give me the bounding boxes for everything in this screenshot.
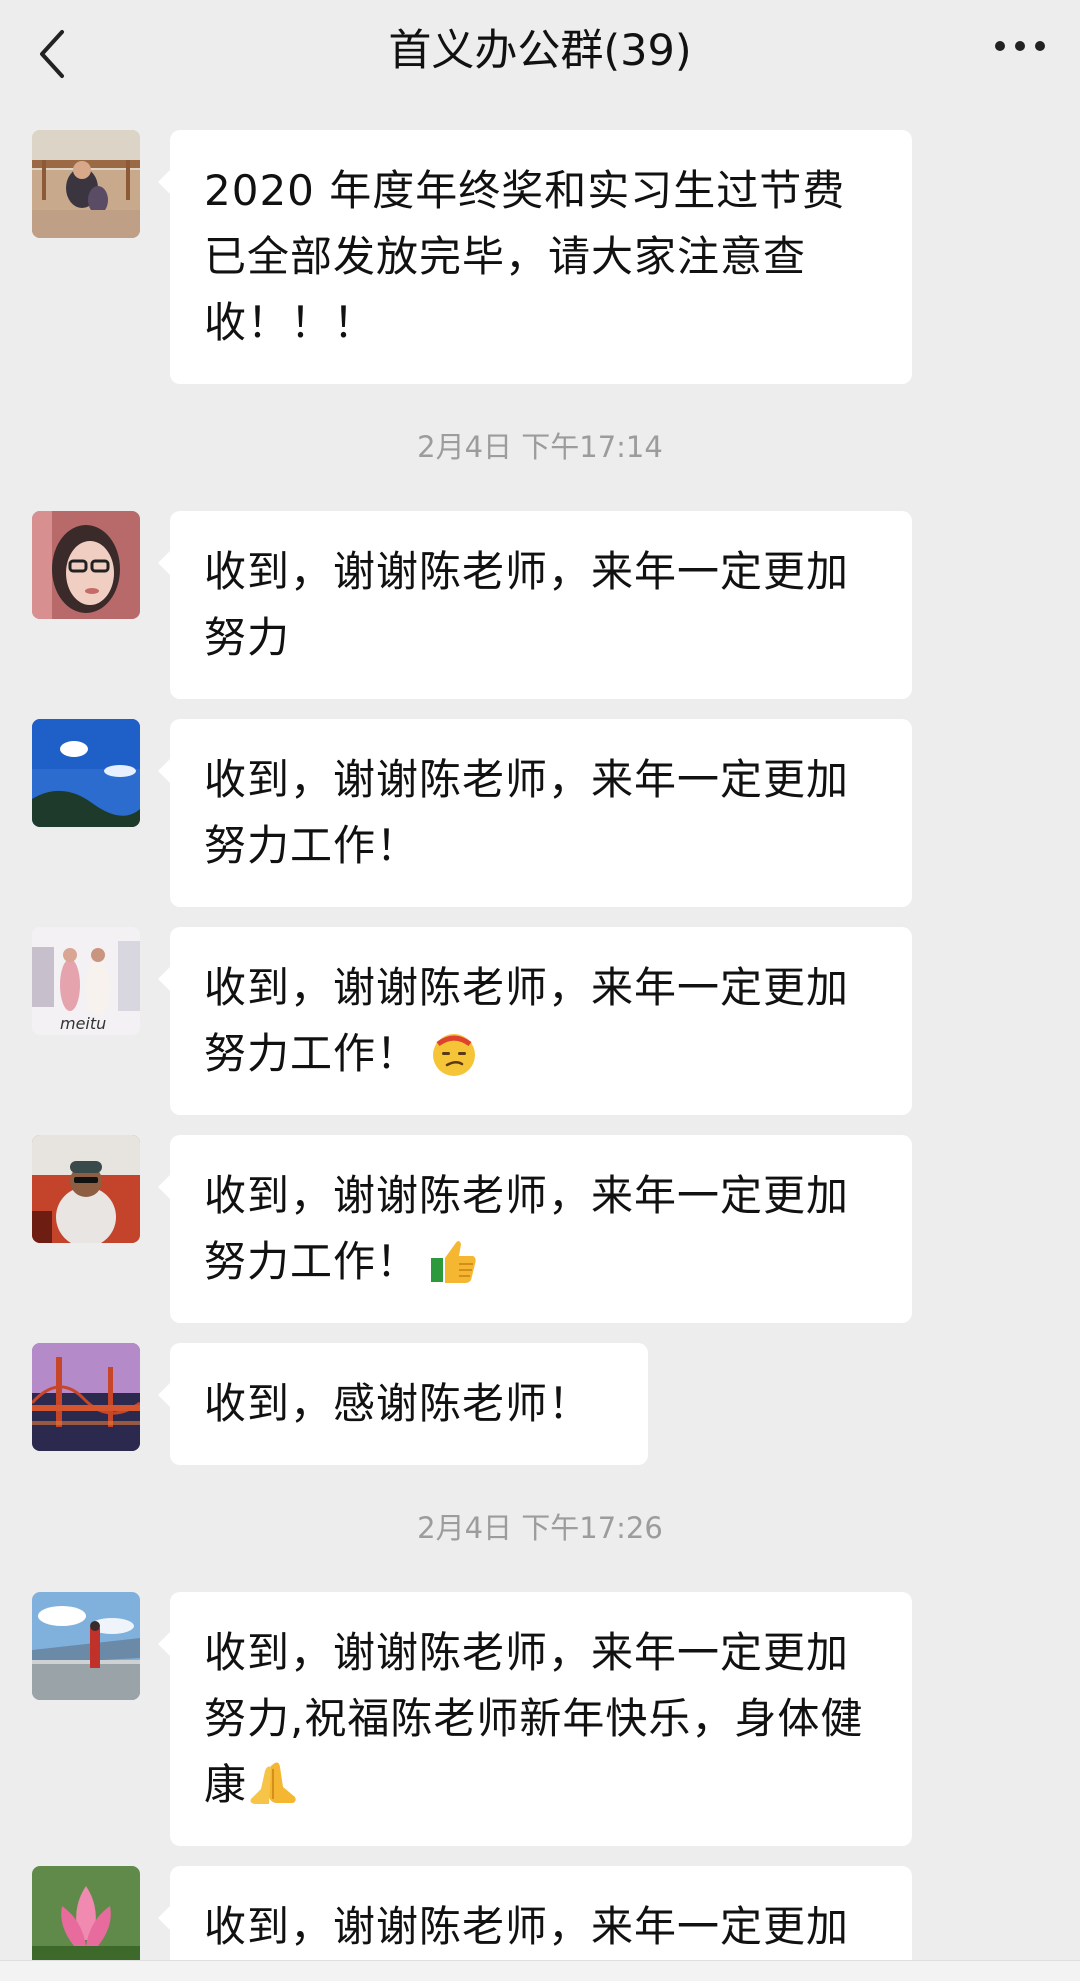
avatar[interactable]: meitu: [32, 927, 140, 1035]
message-bubble[interactable]: 收到，谢谢陈老师，来年一定更加努力: [158, 511, 912, 699]
avatar[interactable]: [32, 1592, 140, 1700]
more-dots-icon: [995, 41, 1045, 51]
message-text: 收到，谢谢陈老师，来年一定更加努力工作！: [204, 1171, 850, 1286]
message-bubble[interactable]: 收到，谢谢陈老师，来年一定更加努力,祝福陈老师新年快乐，身体健康: [158, 1592, 912, 1846]
bottom-bar-edge: [0, 1960, 1080, 1981]
avatar[interactable]: [32, 1343, 140, 1451]
message-text: 收到，感谢陈老师！: [204, 1379, 592, 1428]
message-bubble[interactable]: 收到，谢谢陈老师，来年一定更加努力工作！: [158, 927, 912, 1115]
chat-title: 首义办公群(39): [388, 26, 692, 76]
svg-text:meitu: meitu: [60, 1014, 106, 1033]
message-bubble[interactable]: 收到，谢谢陈老师，来年一定更加努力工作！: [158, 719, 912, 907]
message-text: 收到，谢谢陈老师，来年一定更加努力,祝福陈老师新年快乐，身体健康: [204, 1628, 864, 1809]
more-options-button[interactable]: [982, 14, 1062, 78]
message-text: 收到，谢谢陈老师，来年一定更加努力工作！: [204, 755, 850, 870]
avatar[interactable]: [32, 719, 140, 827]
message-bubble[interactable]: 收到，感谢陈老师！: [158, 1343, 648, 1465]
message-text: 收到，谢谢陈老师，来年一定更加努力: [204, 547, 850, 662]
avatar[interactable]: [32, 1135, 140, 1243]
message-text: 2020 年度年终奖和实习生过节费已全部发放完毕，请大家注意查收！！！: [204, 166, 846, 347]
pray-hands-icon: [250, 1762, 296, 1804]
smirk-face-icon: [433, 1034, 476, 1076]
thumbs-up-icon: [431, 1241, 476, 1283]
avatar[interactable]: [32, 511, 140, 619]
timestamp: 2月4日 下午17:14: [417, 430, 663, 464]
chat-header: 首义办公群(39): [0, 0, 1080, 108]
avatar[interactable]: [32, 1866, 140, 1974]
message-text: 收到，谢谢陈老师，来年一定更加: [204, 1902, 850, 1951]
message-text: 收到，谢谢陈老师，来年一定更加努力工作！: [204, 963, 850, 1078]
message-bubble[interactable]: 2020 年度年终奖和实习生过节费已全部发放完毕，请大家注意查收！！！: [158, 130, 912, 384]
avatar[interactable]: [32, 130, 140, 238]
timestamp: 2月4日 下午17:26: [417, 1511, 663, 1545]
message-bubble[interactable]: 收到，谢谢陈老师，来年一定更加努力工作！: [158, 1135, 912, 1323]
